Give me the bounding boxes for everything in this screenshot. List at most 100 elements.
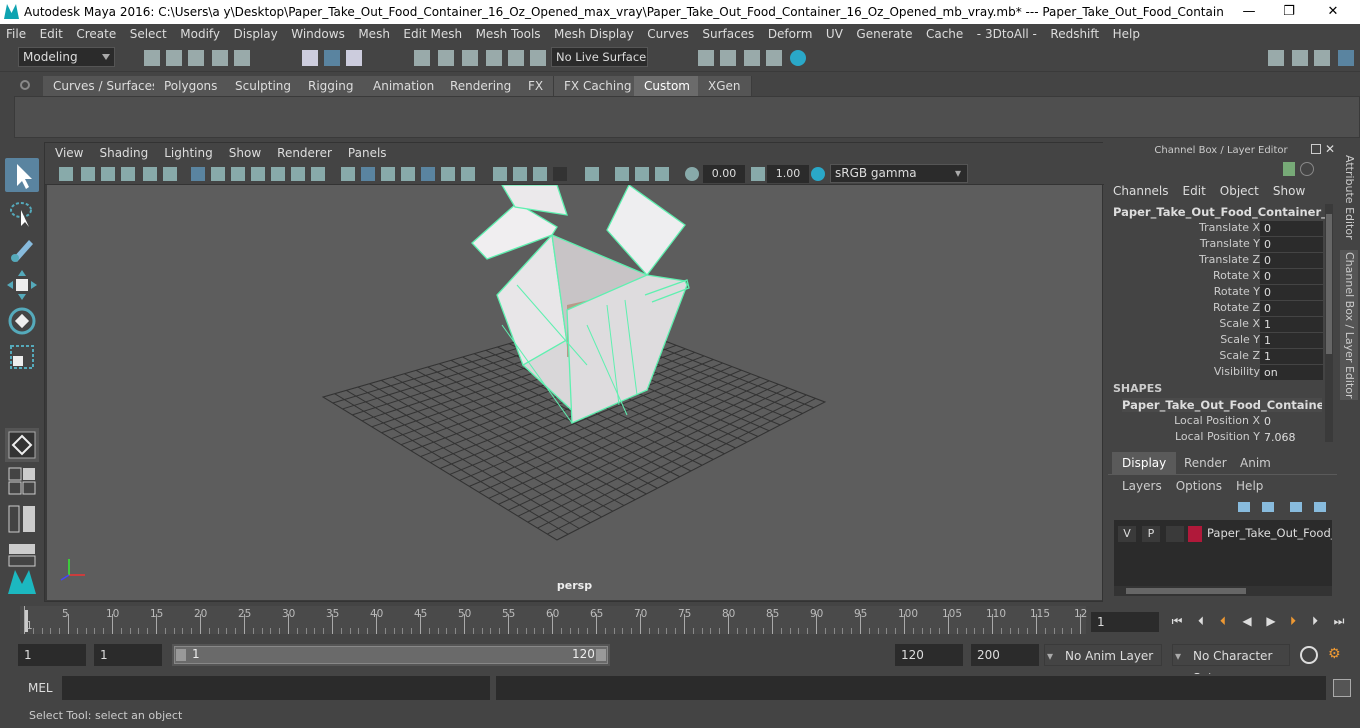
attr-value[interactable]: 1 xyxy=(1260,333,1323,348)
attr-row[interactable]: Rotate Y0 xyxy=(1105,285,1323,301)
close-button[interactable]: ✕ xyxy=(1318,2,1348,22)
shelf-tab-fx-caching[interactable]: FX Caching xyxy=(554,76,643,96)
snap-curve-icon[interactable] xyxy=(438,50,454,66)
attr-value[interactable]: 0 xyxy=(1260,269,1323,284)
range-bar[interactable]: 1 120 xyxy=(172,644,610,666)
layer-display-type[interactable] xyxy=(1166,526,1184,542)
range-start-handle[interactable] xyxy=(176,649,186,661)
cb-menu-edit[interactable]: Edit xyxy=(1183,184,1206,198)
layer-visibility-toggle[interactable]: V xyxy=(1118,526,1136,542)
paint-select-tool-icon[interactable] xyxy=(5,232,39,266)
snap-view-icon[interactable] xyxy=(486,50,502,66)
attr-row[interactable]: Rotate X0 xyxy=(1105,269,1323,285)
grease-pencil-icon[interactable] xyxy=(163,167,177,181)
shelf-tab-custom[interactable]: Custom xyxy=(634,76,701,96)
shelf-tab-rigging[interactable]: Rigging xyxy=(298,76,365,96)
attr-row[interactable]: Rotate Z0 xyxy=(1105,301,1323,317)
image-plane-icon[interactable] xyxy=(121,167,135,181)
xray-joints-icon[interactable] xyxy=(615,167,629,181)
safe-title-icon[interactable] xyxy=(311,167,325,181)
attr-row[interactable]: Visibility on xyxy=(1105,365,1323,381)
motion-blur-icon[interactable] xyxy=(513,167,527,181)
x-ray-icon[interactable] xyxy=(421,167,435,181)
vp-menu-shading[interactable]: Shading xyxy=(99,146,148,160)
auto-key-icon[interactable] xyxy=(1300,646,1318,664)
cb-menu-channels[interactable]: Channels xyxy=(1113,184,1169,198)
le-menu-help[interactable]: Help xyxy=(1236,479,1263,493)
menu-deform[interactable]: Deform xyxy=(768,27,813,41)
select-hierarchy-icon[interactable] xyxy=(302,50,318,66)
color-space-select[interactable]: sRGB gamma ▾ xyxy=(830,164,968,183)
attr-value[interactable]: 1 xyxy=(1260,317,1323,332)
wireframe-on-shaded-icon[interactable] xyxy=(381,167,395,181)
menu-generate[interactable]: Generate xyxy=(856,27,912,41)
isolate-select-icon[interactable] xyxy=(585,167,599,181)
color-management-icon[interactable] xyxy=(811,167,825,181)
attr-value[interactable]: on xyxy=(1260,365,1323,380)
play-backward-icon[interactable]: ◀ xyxy=(1240,614,1254,628)
select-component-icon[interactable] xyxy=(346,50,362,66)
tab-display[interactable]: Display xyxy=(1112,452,1177,474)
make-live-icon[interactable] xyxy=(530,50,546,66)
shelf-tab-curves-surfaces[interactable]: Curves / Surfaces xyxy=(43,76,170,96)
backface-culling-icon[interactable] xyxy=(655,167,669,181)
field-chart-icon[interactable] xyxy=(271,167,285,181)
menu-windows[interactable]: Windows xyxy=(291,27,345,41)
step-back-key-icon[interactable]: ⏴ xyxy=(1216,614,1230,628)
attr-row[interactable]: Scale X1 xyxy=(1105,317,1323,333)
menu-cache[interactable]: Cache xyxy=(926,27,963,41)
minimize-button[interactable]: — xyxy=(1234,2,1264,22)
step-forward-key-icon[interactable]: ⏵ xyxy=(1286,614,1300,628)
attr-row[interactable]: Translate X0 xyxy=(1105,221,1323,237)
menu-redshift[interactable]: Redshift xyxy=(1050,27,1099,41)
menu-edit-mesh[interactable]: Edit Mesh xyxy=(403,27,462,41)
attr-row[interactable]: Scale Z1 xyxy=(1105,349,1323,365)
attr-value[interactable]: 0 xyxy=(1260,301,1323,316)
menu-modify[interactable]: Modify xyxy=(180,27,220,41)
menu-surfaces[interactable]: Surfaces xyxy=(702,27,754,41)
attr-value[interactable]: 7.068 xyxy=(1260,430,1323,445)
menu-display[interactable]: Display xyxy=(234,27,278,41)
attr-value[interactable]: 0 xyxy=(1260,285,1323,300)
character-set-select[interactable]: ▾ No Character Set xyxy=(1172,644,1290,685)
script-language-label[interactable]: MEL xyxy=(28,681,53,695)
timeline-track[interactable]: 1 5 10 15 20 25 30 35 40 45 50 55 60 65 70 75 80 85 90 95 10… xyxy=(20,606,1087,634)
rotate-tool-icon[interactable] xyxy=(5,304,39,338)
menu-uv[interactable]: UV xyxy=(826,27,843,41)
shape-name[interactable]: Paper_Take_Out_Food_Container_16... xyxy=(1122,398,1322,412)
move-layer-down-icon[interactable] xyxy=(1262,502,1274,512)
textured-icon[interactable] xyxy=(401,167,415,181)
attr-value[interactable]: 1 xyxy=(1260,349,1323,364)
camera-icon[interactable] xyxy=(59,167,73,181)
toggle-attribute-editor-icon[interactable] xyxy=(1314,50,1330,66)
lasso-tool-icon[interactable] xyxy=(5,196,39,230)
layer-scrollbar[interactable] xyxy=(1114,586,1332,596)
anti-aliasing-icon[interactable] xyxy=(533,167,547,181)
rotate-axis-icon[interactable] xyxy=(1300,162,1314,176)
attr-value[interactable]: 0 xyxy=(1260,414,1323,429)
go-to-start-icon[interactable]: ⏮ xyxy=(1170,614,1184,628)
attr-row[interactable]: Local Position Y 7.068 xyxy=(1105,430,1323,446)
menu-edit[interactable]: Edit xyxy=(40,27,63,41)
render-view-icon[interactable] xyxy=(698,50,714,66)
screen-space-ao-icon[interactable] xyxy=(493,167,507,181)
script-editor-icon[interactable] xyxy=(1333,679,1351,697)
xray-active-icon[interactable] xyxy=(635,167,649,181)
close-panel-icon[interactable]: ✕ xyxy=(1325,142,1335,156)
playback-start-field[interactable]: 1 xyxy=(94,644,162,666)
snap-grid-icon[interactable] xyxy=(414,50,430,66)
render-frame-icon[interactable] xyxy=(720,50,736,66)
shelf-gear-icon[interactable] xyxy=(20,80,30,90)
open-scene-icon[interactable] xyxy=(166,50,182,66)
play-forward-icon[interactable]: ▶ xyxy=(1264,614,1278,628)
anim-layer-select[interactable]: ▾ No Anim Layer xyxy=(1044,644,1162,666)
shelf-tab-sculpting[interactable]: Sculpting xyxy=(225,76,303,96)
channel-box-scrollbar[interactable] xyxy=(1325,204,1333,442)
cb-menu-object[interactable]: Object xyxy=(1220,184,1259,198)
move-tool-icon[interactable] xyxy=(5,268,39,302)
gate-mask-icon[interactable] xyxy=(251,167,265,181)
gamma-icon[interactable] xyxy=(751,167,765,181)
menu-mesh-tools[interactable]: Mesh Tools xyxy=(476,27,541,41)
anim-end-field[interactable]: 200 xyxy=(971,644,1039,666)
workspace-icon[interactable] xyxy=(1268,50,1284,66)
